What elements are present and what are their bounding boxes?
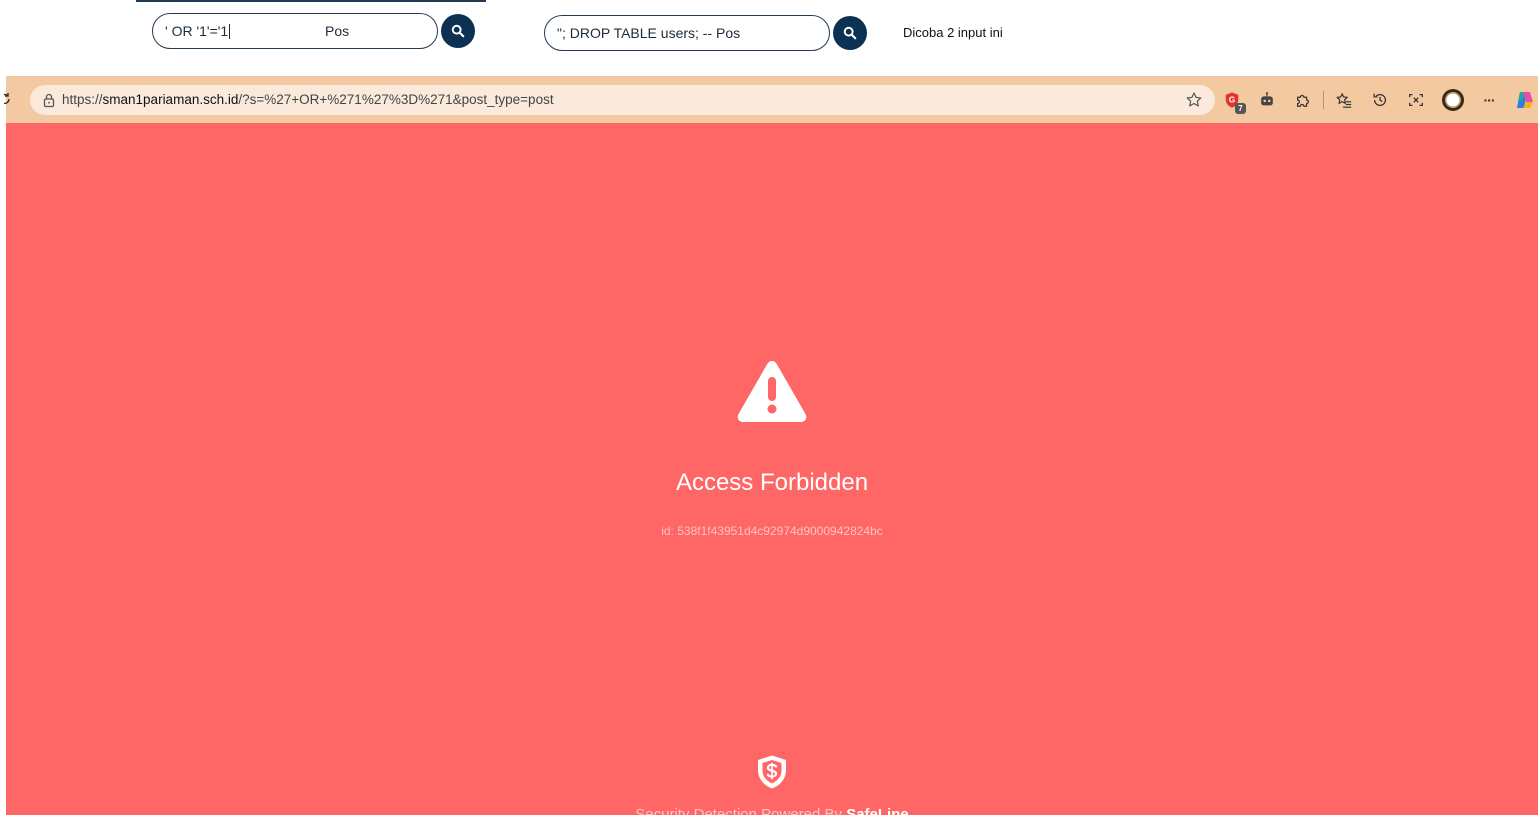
svg-text:G: G: [1229, 96, 1235, 105]
powered-by-prefix: Security Detection Powered By: [635, 806, 847, 815]
history-icon[interactable]: [1370, 90, 1390, 110]
lock-icon[interactable]: [42, 92, 56, 108]
top-search-strip: ' OR '1'='1 Pos "; DROP TABLE users; -- …: [0, 0, 1538, 76]
browser-toolbar: https://sman1pariaman.sch.id/?s=%27+OR+%…: [4, 76, 1538, 123]
powered-by-text: Security Detection Powered By SafeLine: [6, 806, 1538, 815]
address-bar[interactable]: https://sman1pariaman.sch.id/?s=%27+OR+%…: [30, 85, 1215, 115]
search-input-1-placeholder: Pos: [325, 23, 350, 39]
top-divider: [136, 0, 486, 2]
search-input-1[interactable]: ' OR '1'='1 Pos: [152, 13, 438, 49]
puzzle-icon[interactable]: [1293, 90, 1313, 110]
star-icon[interactable]: [1185, 91, 1203, 109]
reload-icon[interactable]: [4, 92, 16, 106]
profile-icon[interactable]: [1441, 88, 1465, 112]
forbidden-page: Access Forbidden id: 538f1f43951d4c92974…: [6, 123, 1538, 815]
brand-link[interactable]: SafeLine: [846, 806, 909, 815]
more-icon[interactable]: ···: [1479, 90, 1499, 110]
text-cursor: [229, 23, 231, 39]
screenshot-icon[interactable]: [1406, 90, 1426, 110]
url-path: /?s=%27+OR+%271%27%3D%271&post_type=post: [238, 92, 554, 107]
favorites-icon[interactable]: [1334, 90, 1354, 110]
shield-extension-icon[interactable]: G 7: [1222, 90, 1246, 114]
search-button-1[interactable]: [441, 14, 475, 48]
search-input-1-value: ' OR '1'='1: [165, 23, 229, 39]
copilot-icon[interactable]: [1514, 89, 1536, 111]
extension-badge: 7: [1235, 103, 1246, 114]
url-host: sman1pariaman.sch.id: [102, 92, 239, 107]
robot-icon[interactable]: [1257, 90, 1277, 110]
search-input-2[interactable]: "; DROP TABLE users; -- Pos: [544, 15, 830, 51]
url-scheme: https://: [62, 92, 103, 107]
request-id: id: 538f1f43951d4c92974d9000942824bc: [661, 524, 883, 538]
toolbar-divider: [1323, 91, 1324, 109]
hint-text: Dicoba 2 input ini: [903, 25, 1003, 40]
search-icon: [451, 24, 465, 38]
search-input-2-value: "; DROP TABLE users; -- Pos: [557, 25, 741, 41]
shield-logo: [758, 755, 786, 789]
warning-icon: [737, 361, 807, 422]
search-button-2[interactable]: [833, 16, 867, 50]
page-title: Access Forbidden: [675, 469, 869, 496]
url-text[interactable]: https://sman1pariaman.sch.id/?s=%27+OR+%…: [62, 92, 554, 107]
search-icon: [843, 26, 857, 40]
